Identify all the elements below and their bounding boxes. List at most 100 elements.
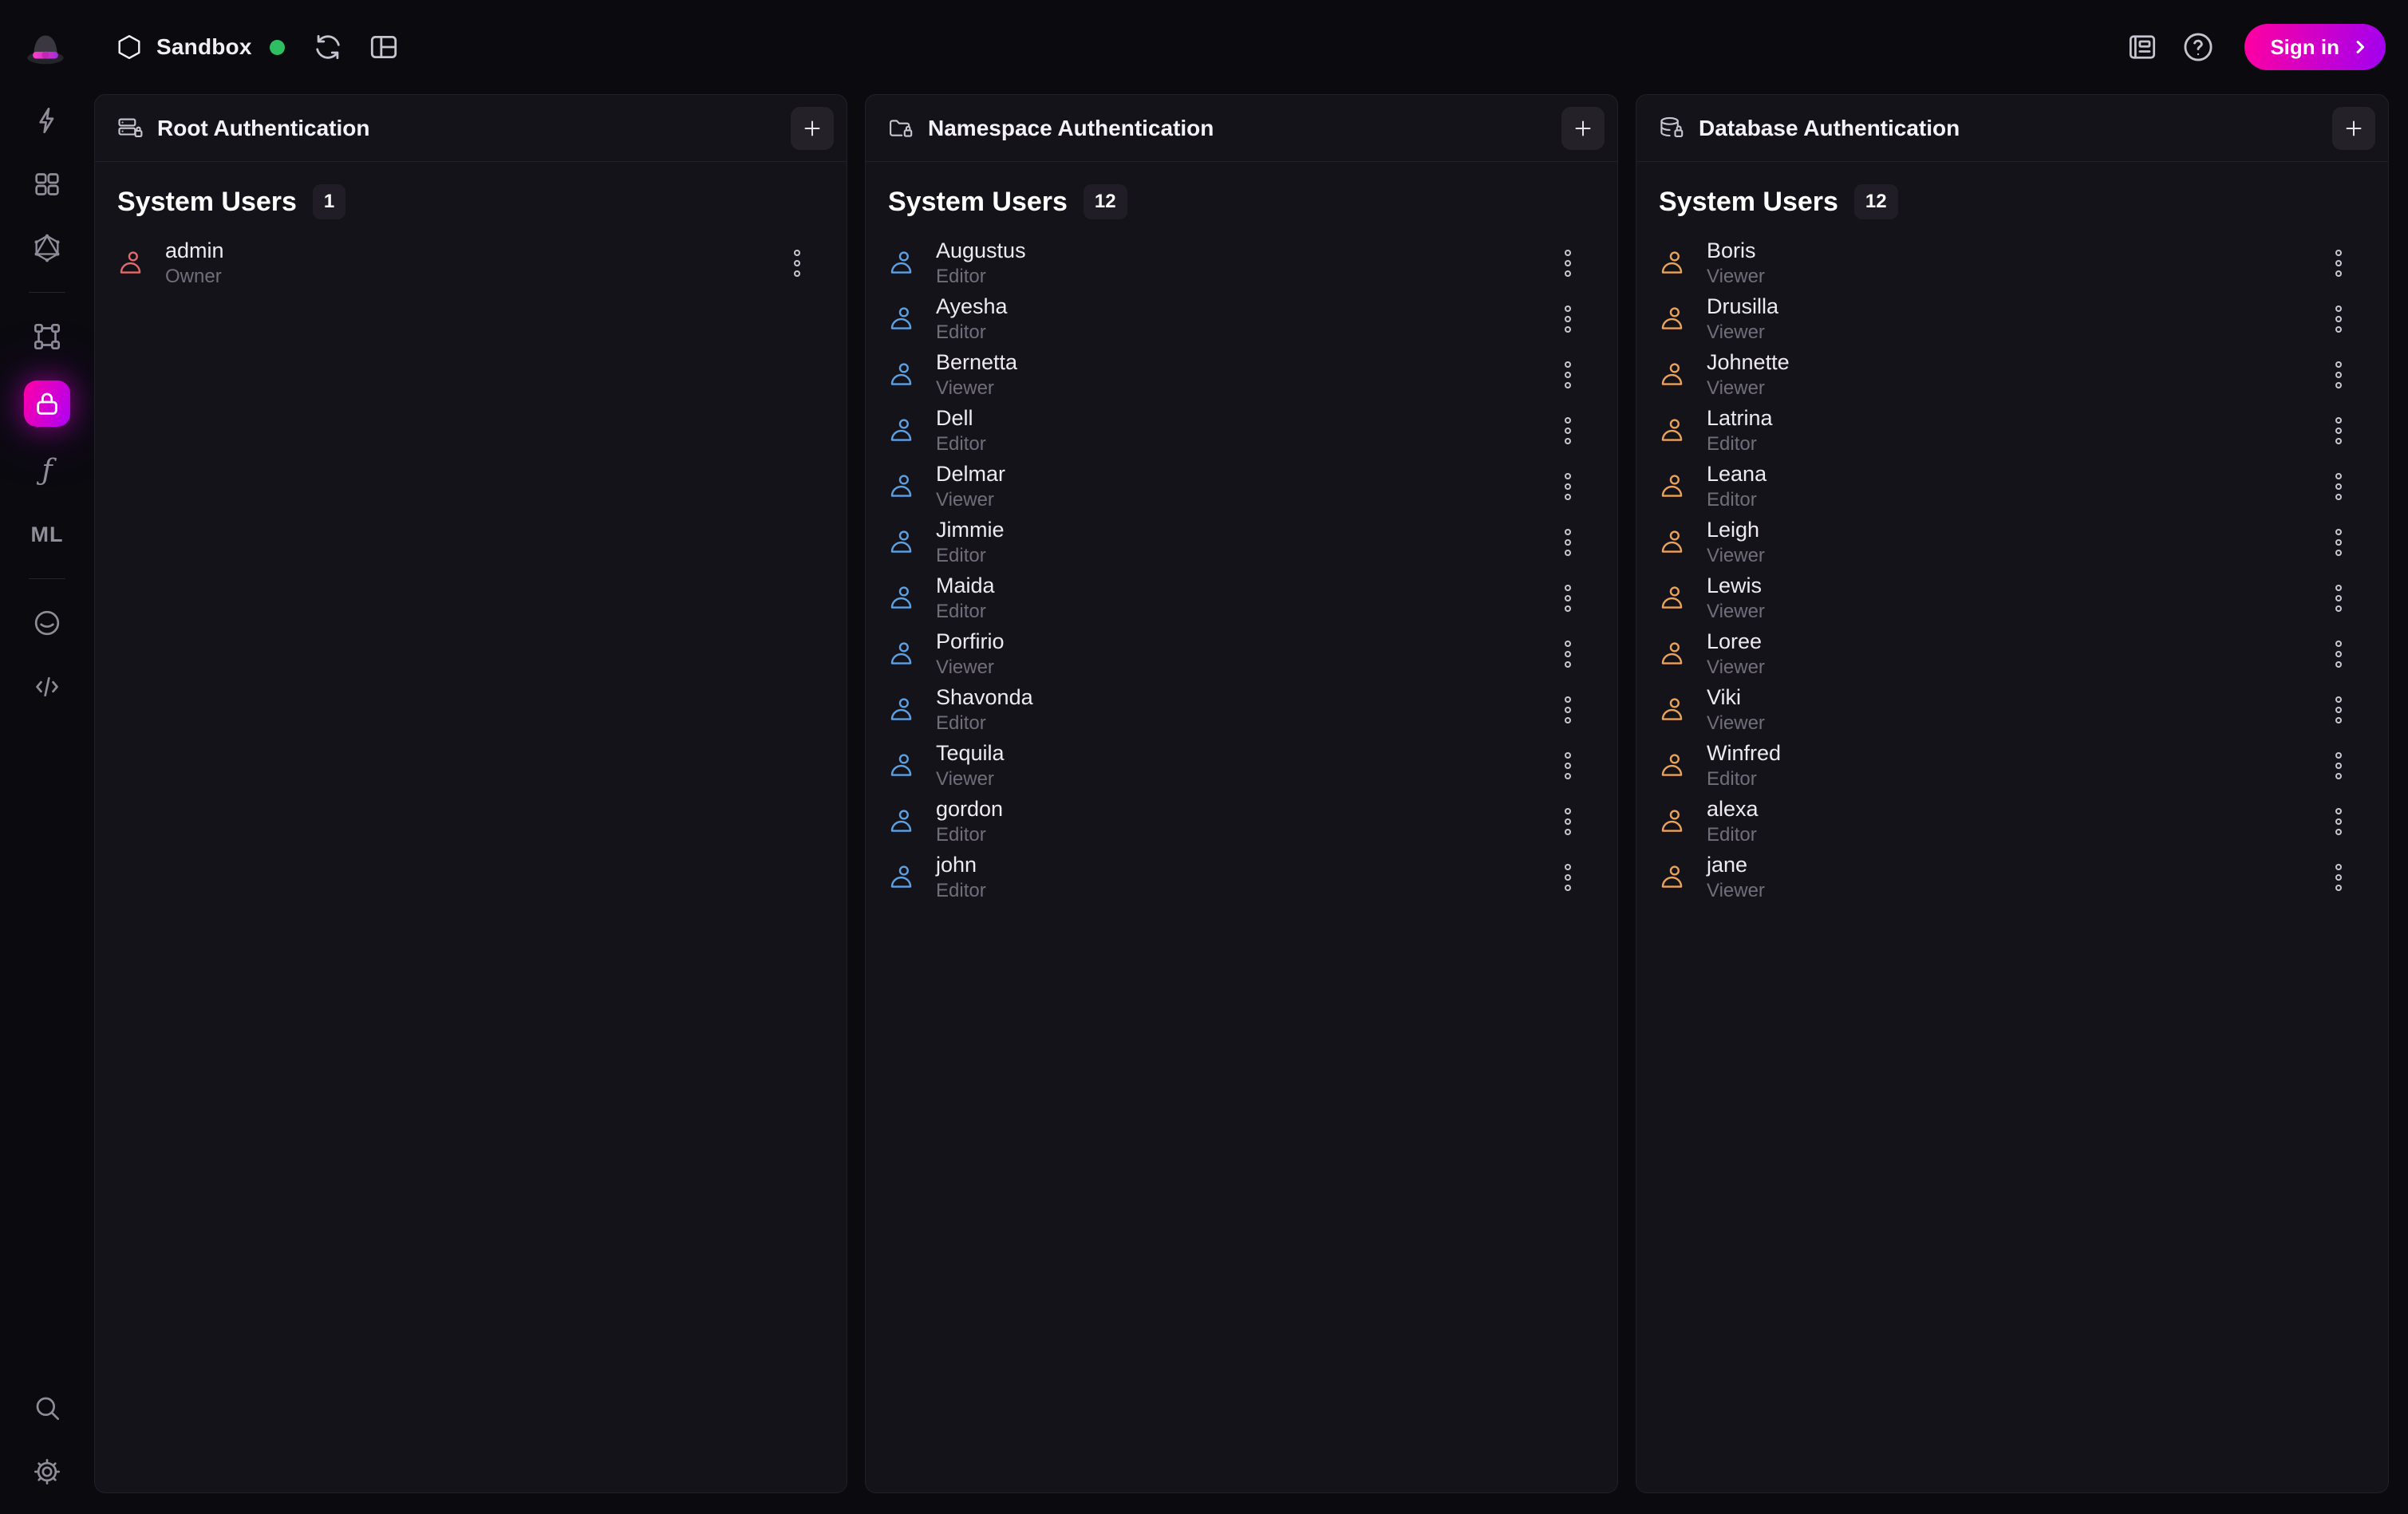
- row-menu-button[interactable]: [2321, 688, 2356, 732]
- row-menu-button[interactable]: [1550, 632, 1585, 676]
- user-row[interactable]: Lewis Viewer: [1656, 570, 2367, 626]
- row-menu-button[interactable]: [2321, 297, 2356, 341]
- sign-in-button[interactable]: Sign in: [2244, 24, 2386, 70]
- surrealist-logo[interactable]: [22, 24, 69, 70]
- sidebar-item-authentication[interactable]: [24, 380, 70, 427]
- connection-selector[interactable]: Sandbox: [115, 33, 285, 61]
- user-row[interactable]: Maida Editor: [885, 570, 1597, 626]
- user-role: Viewer: [1707, 712, 1765, 735]
- sidebar-item-query[interactable]: [27, 101, 67, 140]
- user-row[interactable]: Viki Viewer: [1656, 682, 2367, 738]
- row-menu-button[interactable]: [2321, 576, 2356, 621]
- sidebar-item-api-docs[interactable]: [27, 667, 67, 707]
- user-row[interactable]: Latrina Editor: [1656, 403, 2367, 459]
- plus-icon: [800, 116, 824, 140]
- user-role: Editor: [1707, 824, 1759, 847]
- sidebar-item-graphql[interactable]: [27, 228, 67, 268]
- user-row[interactable]: admin Owner: [114, 235, 826, 291]
- user-row[interactable]: Bernetta Viewer: [885, 347, 1597, 403]
- sidebar-divider: [29, 292, 65, 293]
- row-menu-button[interactable]: [1550, 743, 1585, 788]
- user-row[interactable]: Leigh Viewer: [1656, 515, 2367, 570]
- user-icon: [1656, 416, 1689, 446]
- user-icon: [885, 695, 918, 725]
- add-root-user-button[interactable]: [791, 107, 834, 150]
- news-button[interactable]: [2122, 26, 2163, 68]
- user-row[interactable]: Winfred Editor: [1656, 738, 2367, 794]
- user-icon: [1656, 806, 1689, 837]
- help-button[interactable]: [2177, 26, 2219, 68]
- user-text: Winfred Editor: [1707, 741, 1781, 791]
- user-row[interactable]: Shavonda Editor: [885, 682, 1597, 738]
- row-menu-button[interactable]: [2321, 241, 2356, 286]
- user-row[interactable]: Dell Editor: [885, 403, 1597, 459]
- code-icon: [31, 671, 63, 703]
- user-role: Viewer: [936, 377, 1017, 400]
- user-row[interactable]: Augustus Editor: [885, 235, 1597, 291]
- row-menu-button[interactable]: [1550, 464, 1585, 509]
- user-row[interactable]: alexa Editor: [1656, 794, 2367, 850]
- row-menu-button[interactable]: [780, 241, 815, 286]
- refresh-button[interactable]: [307, 26, 349, 68]
- designer-schema-icon: [31, 321, 63, 353]
- user-row[interactable]: jane Viewer: [1656, 850, 2367, 905]
- row-menu-button[interactable]: [1550, 688, 1585, 732]
- user-text: Viki Viewer: [1707, 685, 1765, 735]
- row-menu-button[interactable]: [2321, 632, 2356, 676]
- refresh-icon: [311, 30, 345, 64]
- row-menu-button[interactable]: [2321, 353, 2356, 397]
- sidebar-item-sidekick[interactable]: [27, 603, 67, 643]
- user-row[interactable]: john Editor: [885, 850, 1597, 905]
- sidebar-item-functions[interactable]: ƒ: [27, 451, 67, 491]
- row-menu-button[interactable]: [2321, 799, 2356, 844]
- row-menu-button[interactable]: [1550, 576, 1585, 621]
- sidebar-item-models[interactable]: ML: [27, 515, 67, 554]
- user-name: Latrina: [1707, 406, 1773, 431]
- user-row[interactable]: gordon Editor: [885, 794, 1597, 850]
- add-database-user-button[interactable]: [2332, 107, 2375, 150]
- row-menu-button[interactable]: [1550, 241, 1585, 286]
- user-row[interactable]: Porfirio Viewer: [885, 626, 1597, 682]
- user-row[interactable]: Tequila Viewer: [885, 738, 1597, 794]
- user-row[interactable]: Loree Viewer: [1656, 626, 2367, 682]
- user-text: alexa Editor: [1707, 797, 1759, 847]
- user-row[interactable]: Leana Editor: [1656, 459, 2367, 515]
- row-menu-button[interactable]: [2321, 464, 2356, 509]
- sidebar-item-designer[interactable]: [27, 317, 67, 357]
- sidebar-item-explorer[interactable]: [27, 164, 67, 204]
- user-name: Tequila: [936, 741, 1005, 766]
- user-row[interactable]: Delmar Viewer: [885, 459, 1597, 515]
- layout-toggle-button[interactable]: [363, 26, 405, 68]
- user-row[interactable]: Boris Viewer: [1656, 235, 2367, 291]
- user-icon: [885, 583, 918, 613]
- row-menu-button[interactable]: [2321, 743, 2356, 788]
- panel-database-authentication: Database Authentication System Users 12: [1636, 94, 2389, 1493]
- search-button[interactable]: [27, 1388, 67, 1428]
- row-menu-button[interactable]: [1550, 353, 1585, 397]
- settings-button[interactable]: [27, 1452, 67, 1492]
- user-icon: [1656, 360, 1689, 390]
- row-menu-button[interactable]: [1550, 855, 1585, 900]
- user-list: admin Owner: [114, 235, 826, 291]
- row-menu-button[interactable]: [2321, 855, 2356, 900]
- user-row[interactable]: Jimmie Editor: [885, 515, 1597, 570]
- user-text: Bernetta Viewer: [936, 350, 1017, 400]
- add-namespace-user-button[interactable]: [1561, 107, 1605, 150]
- user-row[interactable]: Ayesha Editor: [885, 291, 1597, 347]
- row-menu-button[interactable]: [1550, 520, 1585, 565]
- row-menu-button[interactable]: [2321, 408, 2356, 453]
- row-menu-button[interactable]: [1550, 297, 1585, 341]
- query-lightning-icon: [31, 104, 63, 136]
- user-row[interactable]: Johnette Viewer: [1656, 347, 2367, 403]
- user-name: gordon: [936, 797, 1003, 822]
- row-menu-button[interactable]: [1550, 408, 1585, 453]
- row-menu-button[interactable]: [2321, 520, 2356, 565]
- user-role: Viewer: [1707, 321, 1778, 345]
- row-menu-button[interactable]: [1550, 799, 1585, 844]
- panel-root-authentication: Root Authentication System Users 1: [94, 94, 847, 1493]
- user-row[interactable]: Drusilla Viewer: [1656, 291, 2367, 347]
- plus-icon: [2342, 116, 2366, 140]
- user-text: jane Viewer: [1707, 853, 1765, 903]
- user-role: Editor: [1707, 433, 1773, 456]
- user-text: Porfirio Viewer: [936, 629, 1005, 680]
